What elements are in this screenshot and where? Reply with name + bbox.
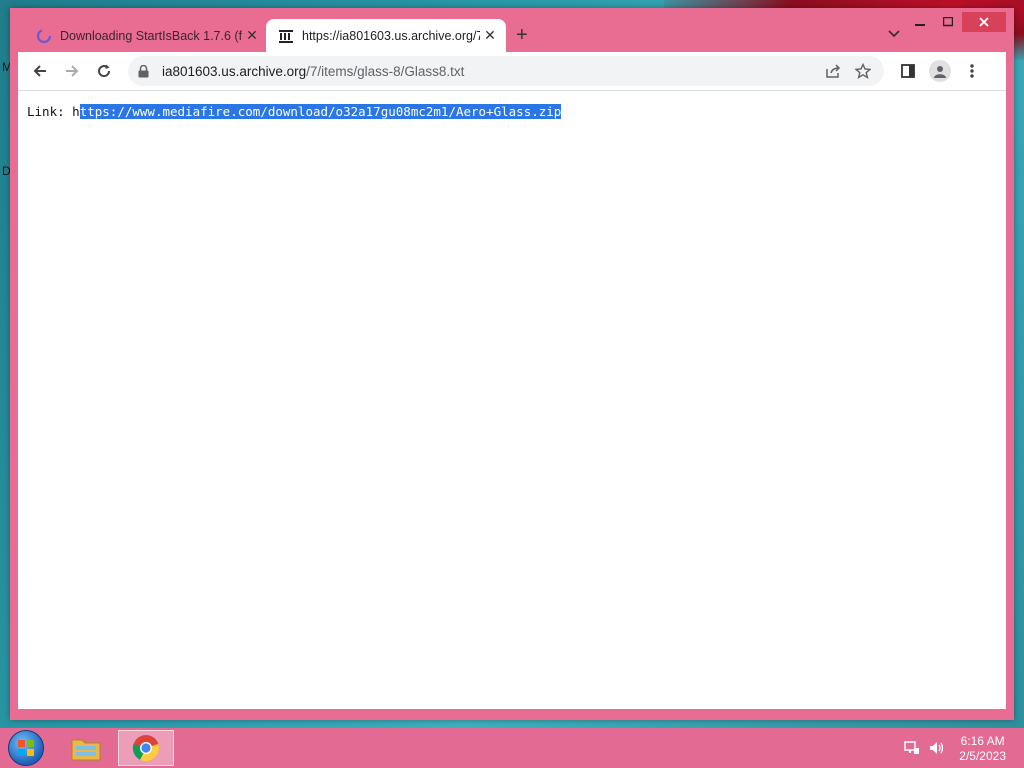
share-button[interactable] bbox=[818, 63, 848, 79]
browser-window: Downloading StartIsBack 1.7.6 (f ✕ https… bbox=[10, 8, 1014, 720]
tab-title: https://ia801603.us.archive.org/7 bbox=[302, 28, 480, 43]
taskbar-chrome[interactable] bbox=[118, 730, 174, 766]
menu-button[interactable] bbox=[956, 55, 988, 87]
close-icon bbox=[979, 17, 989, 27]
system-tray bbox=[904, 740, 944, 761]
window-controls bbox=[906, 12, 1006, 32]
side-panel-icon bbox=[901, 64, 915, 78]
reload-icon bbox=[98, 64, 111, 78]
address-path: /7/items/glass-8/Glass8.txt bbox=[306, 63, 465, 79]
address-text: ia801603.us.archive.org/7/items/glass-8/… bbox=[162, 64, 818, 79]
windows-logo-icon bbox=[18, 740, 34, 756]
folder-icon bbox=[71, 739, 101, 761]
arrow-left-icon bbox=[33, 65, 46, 77]
maximize-icon bbox=[943, 17, 953, 27]
back-button[interactable] bbox=[24, 55, 56, 87]
address-bar[interactable]: ia801603.us.archive.org/7/items/glass-8/… bbox=[128, 56, 884, 86]
clock-date: 2/5/2023 bbox=[959, 749, 1006, 763]
tab-startisback[interactable]: Downloading StartIsBack 1.7.6 (f ✕ bbox=[24, 19, 268, 52]
start-button[interactable] bbox=[8, 730, 44, 766]
lock-icon bbox=[138, 64, 152, 78]
text-file-content[interactable]: Link: https://www.mediafire.com/download… bbox=[27, 104, 562, 119]
forward-button[interactable] bbox=[56, 55, 88, 87]
tab-search-button[interactable] bbox=[888, 26, 900, 41]
chevron-down-icon bbox=[888, 30, 900, 38]
link-prefix: Link: h bbox=[27, 104, 80, 119]
page-content: Link: https://www.mediafire.com/download… bbox=[18, 91, 1006, 709]
maximize-button[interactable] bbox=[934, 12, 962, 32]
person-icon bbox=[934, 66, 946, 78]
selected-link-text[interactable]: ttps://www.mediafire.com/download/o32a17… bbox=[79, 104, 562, 119]
star-icon bbox=[855, 63, 871, 79]
tab-archive[interactable]: https://ia801603.us.archive.org/7 ✕ bbox=[266, 19, 506, 52]
toolbar-right-tools bbox=[892, 55, 988, 87]
arrow-right-icon bbox=[66, 65, 79, 77]
browser-toolbar: ia801603.us.archive.org/7/items/glass-8/… bbox=[18, 52, 1006, 91]
taskbar-clock[interactable]: 6:16 AM 2/5/2023 bbox=[959, 734, 1006, 764]
taskbar: 6:16 AM 2/5/2023 bbox=[0, 728, 1024, 768]
volume-icon[interactable] bbox=[928, 740, 944, 761]
archive-icon bbox=[279, 29, 293, 43]
address-host: ia801603.us.archive.org bbox=[162, 63, 307, 79]
kebab-menu-icon bbox=[970, 64, 974, 78]
avatar bbox=[929, 60, 951, 82]
side-panel-button[interactable] bbox=[892, 55, 924, 87]
tab-title: Downloading StartIsBack 1.7.6 (f bbox=[60, 28, 242, 43]
network-icon[interactable] bbox=[904, 740, 920, 761]
close-window-button[interactable] bbox=[962, 12, 1006, 32]
bookmark-button[interactable] bbox=[848, 63, 878, 79]
taskbar-file-explorer[interactable] bbox=[58, 730, 114, 766]
chrome-icon bbox=[132, 735, 159, 762]
loading-spinner-icon bbox=[36, 28, 52, 43]
tab-close-button[interactable]: ✕ bbox=[480, 27, 500, 44]
share-icon bbox=[826, 64, 841, 78]
new-tab-button[interactable]: + bbox=[516, 24, 528, 47]
tab-close-button[interactable]: ✕ bbox=[242, 27, 262, 44]
minimize-button[interactable] bbox=[906, 12, 934, 32]
profile-button[interactable] bbox=[924, 55, 956, 87]
minimize-icon bbox=[915, 24, 925, 26]
clock-time: 6:16 AM bbox=[960, 734, 1005, 748]
reload-button[interactable] bbox=[88, 55, 120, 87]
